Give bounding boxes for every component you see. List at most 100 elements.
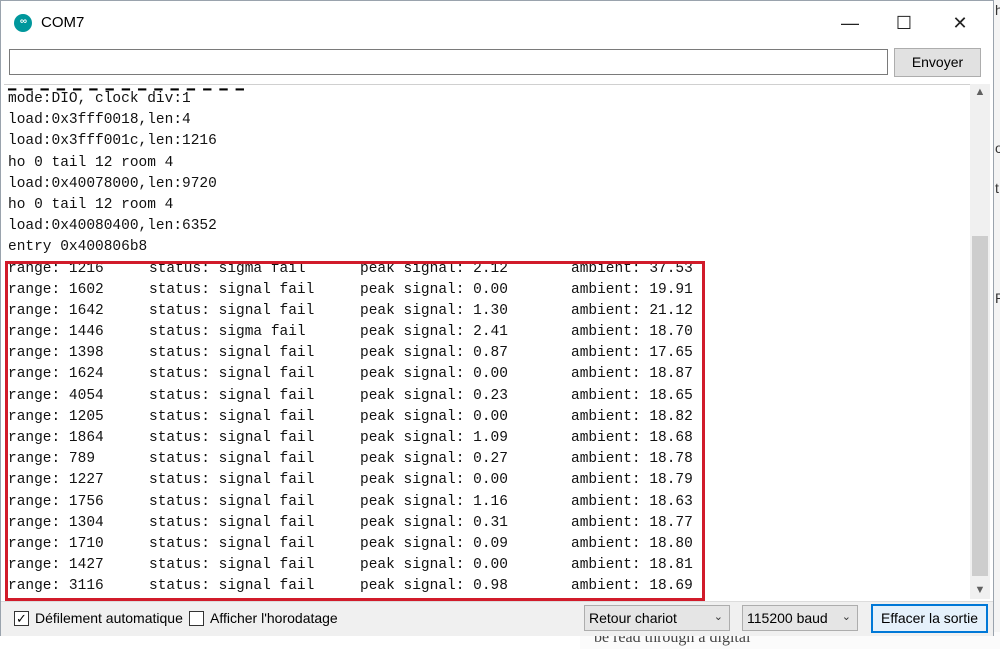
peak-signal-field: peak signal: 1.16 [360,493,508,510]
scroll-down-icon[interactable]: ▼ [970,582,990,599]
range-field: range: 1427 [8,557,104,574]
serial-output[interactable]: ▁ ▁ ▁ ▁ ▁ ▁ ▁ ▁ ▁ ▁ ▁ ▁ ▁ ▁ ▁ mode:DIO, … [4,84,971,600]
ambient-field: ambient: 18.69 [571,578,693,595]
ambient-field: ambient: 18.77 [571,514,693,531]
range-field: range: 1216 [8,260,104,277]
status-field: status: signal fail [149,387,315,404]
title-bar[interactable]: ∞ COM7 — ☐ ✕ [1,1,993,45]
status-field: status: signal fail [149,451,315,468]
peak-signal-field: peak signal: 0.87 [360,345,508,362]
close-button[interactable]: ✕ [937,1,983,45]
output-line: entry 0x400806b8 [8,239,148,256]
ambient-field: ambient: 18.65 [571,387,693,404]
peak-signal-field: peak signal: 0.31 [360,514,508,531]
range-output-line: range: 1427 status: signal fail peak signa… [8,555,693,576]
ambient-field: ambient: 18.70 [571,324,693,341]
ambient-field: ambient: 18.80 [571,535,693,552]
peak-signal-field: peak signal: 0.27 [360,451,508,468]
status-field: status: signal fail [149,281,315,298]
status-field: status: signal fail [149,493,315,510]
timestamp-checkbox[interactable] [189,611,204,626]
peak-signal-field: peak signal: 1.09 [360,430,508,446]
peak-signal-field: peak signal: 0.00 [360,557,508,574]
background-text-fragment: t [995,180,999,196]
range-field: range: 1205 [8,408,104,425]
baud-rate-select[interactable]: 115200 baud ⌄ [742,605,858,631]
range-field: range: 1864 [8,430,104,446]
range-output-line: range: 1398 status: signal fail peak signa… [8,343,693,364]
ambient-field: ambient: 37.53 [571,260,693,277]
maximize-button[interactable]: ☐ [881,1,927,45]
range-output-line: range: 1602 status: signal fail peak signa… [8,280,693,301]
scrollbar-thumb[interactable] [972,236,988,576]
output-line: load:0x3fff0018,len:4 [8,112,191,129]
range-field: range: 1624 [8,366,104,383]
range-output-line: range: 789 status: signal fail peak signal… [8,449,693,470]
output-line: load:0x40080400,len:6352 [8,218,217,235]
peak-signal-field: peak signal: 2.12 [360,260,508,277]
output-lines: mode:DIO, clock div:1 load:0x3fff0018,len… [8,89,693,598]
timestamp-label: Afficher l'horodatage [210,610,338,626]
peak-signal-field: peak signal: 1.30 [360,302,508,319]
ambient-field: ambient: 18.79 [571,472,693,489]
status-field: status: signal fail [149,578,315,595]
range-field: range: 1446 [8,324,104,341]
status-field: status: signal fail [149,472,315,489]
peak-signal-field: peak signal: 2.41 [360,324,508,341]
peak-signal-field: peak signal: 0.09 [360,535,508,552]
range-output-line: range: 1710 status: signal fail peak signa… [8,534,693,555]
status-field: status: sigma fail [149,260,306,277]
status-field: status: signal fail [149,302,315,319]
background-text-fragment: h [995,2,1000,18]
send-input[interactable] [9,49,888,75]
range-field: range: 1710 [8,535,104,552]
output-line: load:0x40078000,len:9720 [8,175,217,192]
range-output-line: range: 1446 status: sigma fail peak signal… [8,322,693,343]
bottom-toolbar: ✓ Défilement automatique Afficher l'horo… [1,601,993,636]
range-field: range: 3116 [8,578,104,595]
output-scrollbar[interactable]: ▲ ▼ [970,84,990,599]
chevron-down-icon: ⌄ [841,611,851,623]
line-ending-select[interactable]: Retour chariot ⌄ [584,605,730,631]
ambient-field: ambient: 19.91 [571,281,693,298]
autoscroll-label: Défilement automatique [35,610,183,626]
background-app-edge: h o t R [993,0,1000,649]
minimize-button[interactable]: — [827,1,873,45]
peak-signal-field: peak signal: 0.00 [360,281,508,298]
background-text-fragment: R [995,290,1000,306]
range-output-line: range: 1216 status: sigma fail peak signal… [8,259,693,280]
serial-monitor-window: ∞ COM7 — ☐ ✕ Envoyer ▁ ▁ ▁ ▁ ▁ ▁ ▁ ▁ ▁ ▁… [0,0,994,636]
ambient-field: ambient: 17.65 [571,345,693,362]
range-output-line: range: 4054 status: signal fail peak signa… [8,386,693,407]
ambient-field: ambient: 18.78 [571,451,693,468]
range-field: range: 1642 [8,302,104,319]
ambient-field: ambient: 18.87 [571,366,693,383]
range-output-line: range: 1205 status: signal fail peak signa… [8,407,693,428]
range-field: range: 1602 [8,281,104,298]
output-line: load:0x3fff001c,len:1216 [8,133,217,150]
range-output-line: range: 1624 status: signal fail peak signa… [8,364,693,385]
range-field: range: 789 [8,451,96,468]
send-button[interactable]: Envoyer [894,48,981,77]
status-field: status: signal fail [149,408,315,425]
output-line: mode:DIO, clock div:1 [8,91,191,107]
scroll-up-icon[interactable]: ▲ [970,84,990,101]
range-output-line: range: 3116 status: signal fail peak signa… [8,576,693,597]
status-field: status: sigma fail [149,324,306,341]
ambient-field: ambient: 21.12 [571,302,693,319]
chevron-down-icon: ⌄ [713,611,723,623]
ambient-field: ambient: 18.63 [571,493,693,510]
peak-signal-field: peak signal: 0.23 [360,387,508,404]
range-field: range: 1304 [8,514,104,531]
status-field: status: signal fail [149,535,315,552]
arduino-logo-icon: ∞ [14,14,32,32]
ambient-field: ambient: 18.68 [571,430,693,446]
peak-signal-field: peak signal: 0.00 [360,472,508,489]
status-field: status: signal fail [149,514,315,531]
peak-signal-field: peak signal: 0.00 [360,408,508,425]
clear-output-button[interactable]: Effacer la sortie [871,604,988,633]
range-output-line: range: 1227 status: signal fail peak signa… [8,470,693,491]
range-field: range: 1227 [8,472,104,489]
peak-signal-field: peak signal: 0.00 [360,366,508,383]
autoscroll-checkbox[interactable]: ✓ [14,611,29,626]
